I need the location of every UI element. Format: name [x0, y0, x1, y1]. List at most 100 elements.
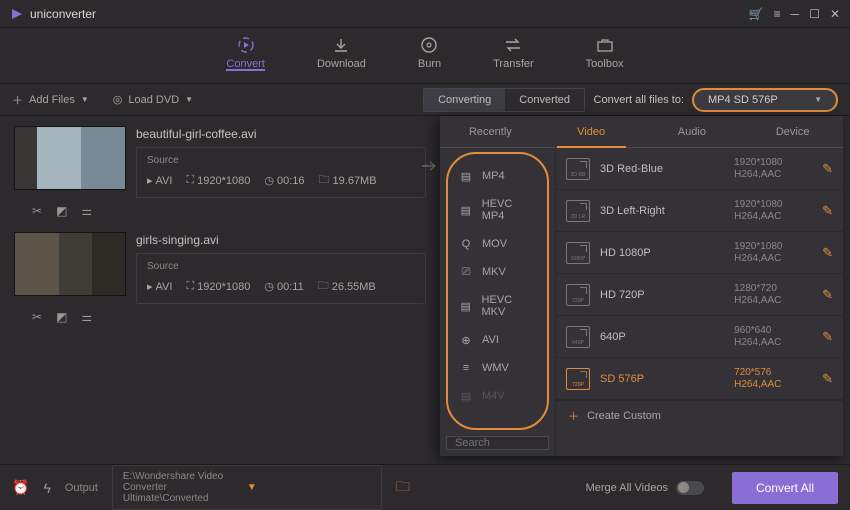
format-avi[interactable]: ⊕AVI	[448, 326, 547, 354]
tab-converting[interactable]: Converting	[424, 89, 505, 111]
nav-burn[interactable]: Burn	[418, 28, 441, 70]
source-duration: 00:16	[277, 175, 305, 187]
source-size: 19.67MB	[333, 175, 377, 187]
source-resolution: 1920*1080	[197, 175, 250, 187]
source-label: Source	[147, 261, 415, 272]
add-files-button[interactable]: ＋ Add Files ▼	[12, 92, 89, 108]
source-resolution: 1920*1080	[197, 281, 250, 293]
preset-codec: H264,AAC	[734, 379, 812, 390]
crop-icon[interactable]: ◩	[56, 204, 67, 218]
duration-icon: ◷	[264, 174, 274, 187]
preset-row[interactable]: 3D RB 3D Red-Blue 1920*1080H264,AAC ✎	[556, 148, 843, 190]
edit-preset-icon[interactable]: ✎	[822, 329, 833, 345]
merge-toggle[interactable]	[676, 481, 704, 495]
output-path-field[interactable]: E:\Wondershare Video Converter Ultimate\…	[112, 465, 382, 510]
format-m4v[interactable]: ▤ M4V	[448, 382, 547, 410]
crop-icon[interactable]: ◩	[56, 310, 67, 324]
preset-icon: 1080P	[566, 242, 590, 264]
format-search[interactable]	[446, 436, 549, 450]
film-icon: ▤	[458, 390, 474, 402]
play-circle-icon: ⊕	[458, 334, 474, 346]
add-files-label: Add Files	[29, 94, 75, 106]
preset-row[interactable]: 1080P HD 1080P 1920*1080H264,AAC ✎	[556, 232, 843, 274]
tab-audio[interactable]: Audio	[642, 116, 743, 147]
duration-icon: ◷	[264, 280, 274, 293]
plus-icon: ＋	[568, 408, 579, 424]
merge-videos-toggle: Merge All Videos	[586, 481, 704, 495]
load-dvd-button[interactable]: ◎ Load DVD ▼	[113, 93, 193, 106]
format-label: MKV	[482, 266, 506, 278]
tab-converted[interactable]: Converted	[505, 89, 584, 111]
format-hevc-mkv[interactable]: ▤HEVC MKV	[448, 286, 547, 326]
preset-res: 720*576	[734, 367, 812, 378]
nav-convert[interactable]: Convert	[226, 28, 265, 70]
schedule-icon[interactable]: ⏰	[12, 479, 29, 496]
bottom-bar: ⏰ ϟ Output E:\Wondershare Video Converte…	[0, 464, 850, 510]
folder-icon: 🗀	[319, 171, 330, 190]
convert-target-dropdown[interactable]: MP4 SD 576P ▼	[692, 88, 838, 112]
nav-transfer[interactable]: Transfer	[493, 28, 534, 70]
nav-label: Download	[317, 58, 366, 70]
video-thumbnail[interactable]	[14, 126, 126, 190]
maximize-icon[interactable]: ☐	[809, 7, 820, 21]
format-popup: Recently Video Audio Device ▤MP4 ▤HEVC M…	[440, 116, 843, 456]
output-label: Output	[65, 482, 98, 494]
video-thumbnail[interactable]	[14, 232, 126, 296]
format-mp4[interactable]: ▤MP4	[448, 162, 547, 190]
cart-icon[interactable]: 🛒	[749, 7, 764, 21]
edit-preset-icon[interactable]: ✎	[822, 203, 833, 219]
trim-icon[interactable]: ✂	[32, 204, 42, 218]
nav-label: Transfer	[493, 58, 534, 70]
preset-row[interactable]: 640P 640P 960*640H264,AAC ✎	[556, 316, 843, 358]
preset-row[interactable]: 720P SD 576P 720*576H264,AAC ✎	[556, 358, 843, 400]
preset-res: 1920*1080	[734, 157, 812, 168]
open-folder-icon[interactable]: 🗀	[396, 476, 410, 500]
effects-icon[interactable]: ⚌	[81, 204, 92, 218]
gpu-icon[interactable]: ϟ	[43, 480, 50, 496]
menu-icon[interactable]: ≡	[774, 7, 781, 21]
app-logo-icon	[10, 7, 24, 21]
chevron-down-icon: ▼	[81, 95, 89, 104]
source-duration: 00:11	[277, 281, 304, 293]
preset-res: 960*640	[734, 325, 812, 336]
edit-preset-icon[interactable]: ✎	[822, 287, 833, 303]
edit-preset-icon[interactable]: ✎	[822, 371, 833, 387]
tab-device[interactable]: Device	[742, 116, 843, 147]
edit-preset-icon[interactable]: ✎	[822, 161, 833, 177]
convert-icon	[235, 36, 257, 54]
create-custom-button[interactable]: ＋ Create Custom	[556, 400, 843, 430]
create-custom-label: Create Custom	[587, 410, 661, 422]
burn-icon	[418, 36, 440, 54]
minimize-icon[interactable]: ─	[791, 7, 800, 21]
preset-name: 640P	[600, 331, 724, 343]
chevron-down-icon: ▼	[247, 482, 371, 493]
search-input[interactable]	[455, 437, 540, 449]
preset-column: 3D RB 3D Red-Blue 1920*1080H264,AAC ✎ 3D…	[556, 148, 843, 456]
effects-icon[interactable]: ⚌	[81, 310, 92, 324]
film-icon: ▤	[458, 170, 474, 182]
format-mov[interactable]: QMOV	[448, 230, 547, 258]
preset-name: 3D Left-Right	[600, 205, 724, 217]
preset-codec: H264,AAC	[734, 253, 812, 264]
preset-icon: 720P	[566, 284, 590, 306]
preset-codec: H264,AAC	[734, 169, 812, 180]
format-label: M4V	[482, 390, 505, 402]
preset-codec: H264,AAC	[734, 337, 812, 348]
nav-download[interactable]: Download	[317, 28, 366, 70]
merge-label: Merge All Videos	[586, 482, 668, 494]
nav-label: Burn	[418, 58, 441, 70]
close-icon[interactable]: ✕	[830, 7, 840, 21]
convert-all-button[interactable]: Convert All	[732, 472, 838, 504]
trim-icon[interactable]: ✂	[32, 310, 42, 324]
preset-row[interactable]: 720P HD 720P 1280*720H264,AAC ✎	[556, 274, 843, 316]
preset-name: HD 1080P	[600, 247, 724, 259]
preset-row[interactable]: 3D LR 3D Left-Right 1920*1080H264,AAC ✎	[556, 190, 843, 232]
edit-preset-icon[interactable]: ✎	[822, 245, 833, 261]
format-wmv[interactable]: ≡WMV	[448, 354, 547, 382]
format-hevc-mp4[interactable]: ▤HEVC MP4	[448, 190, 547, 230]
nav-toolbox[interactable]: Toolbox	[586, 28, 624, 70]
clapper-icon: ≡	[458, 362, 474, 374]
tab-recently[interactable]: Recently	[440, 116, 541, 147]
format-mkv[interactable]: ⎚MKV	[448, 258, 547, 286]
tab-video[interactable]: Video	[541, 116, 642, 147]
